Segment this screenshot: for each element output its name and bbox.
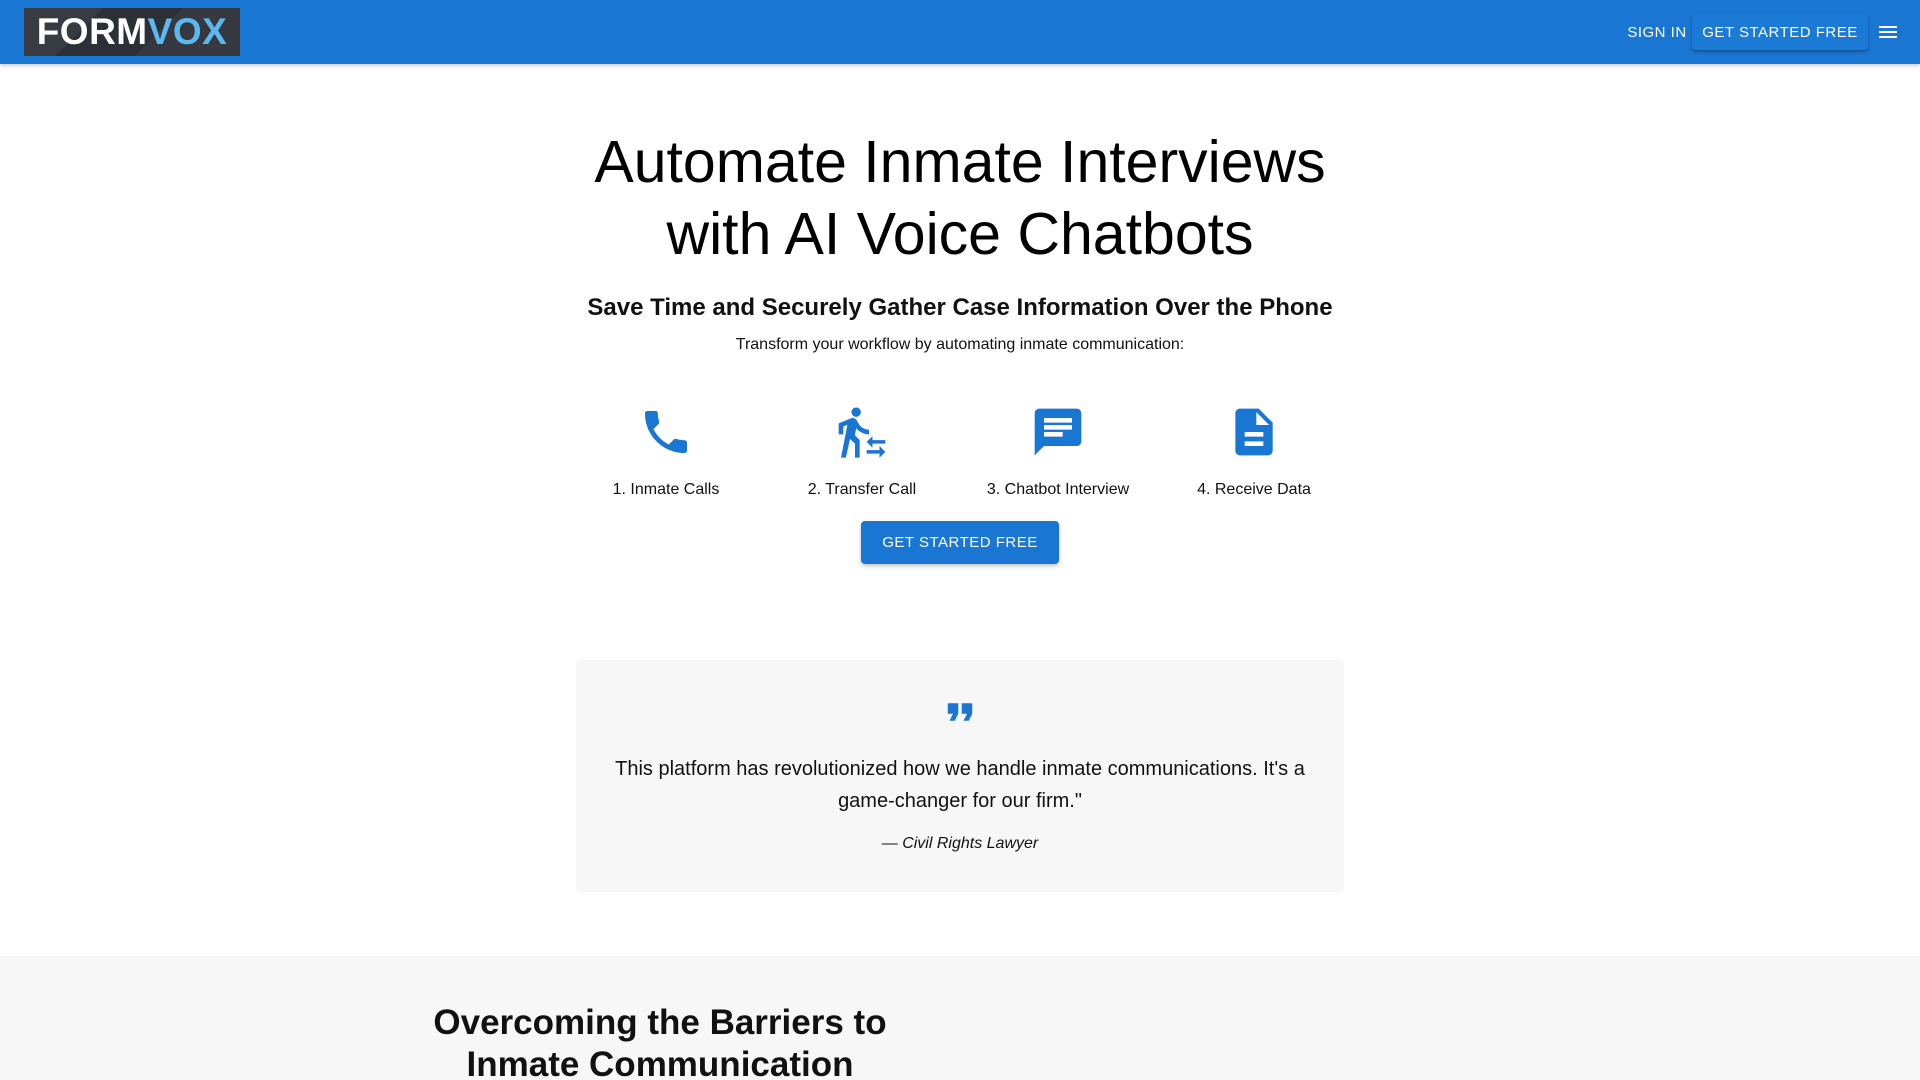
section-title: Overcoming the Barriers to Inmate Commun… xyxy=(433,1003,887,1080)
logo-wordmark: FORMVOX xyxy=(36,11,228,52)
step-chatbot-interview: 3. Chatbot Interview xyxy=(968,404,1148,504)
testimonial-quote: This platform has revolutionized how we … xyxy=(615,758,1305,812)
chat-icon xyxy=(1034,408,1082,456)
step-label: 4. Receive Data xyxy=(1197,481,1311,498)
app-bar: FORMVOX SIGN IN GET STARTED FREE xyxy=(0,0,1920,64)
testimonial-card: This platform has revolutionized how we … xyxy=(576,660,1344,892)
phone-icon xyxy=(645,411,687,453)
hero-intro-text: Transform your workflow by automating in… xyxy=(735,336,1185,353)
document-icon xyxy=(1235,408,1273,456)
step-inmate-calls: 1. Inmate Calls xyxy=(576,404,756,504)
formvox-logo[interactable]: FORMVOX xyxy=(24,8,240,56)
get-started-free-button[interactable]: GET STARTED FREE xyxy=(861,521,1059,564)
step-label: 2. Transfer Call xyxy=(807,481,917,498)
step-label: 3. Chatbot Interview xyxy=(986,481,1130,498)
hero-subtitle: Save Time and Securely Gather Case Infor… xyxy=(587,294,1333,321)
get-started-free-nav-button[interactable]: GET STARTED FREE xyxy=(1692,14,1868,50)
hero-title: Automate Inmate Interviews with AI Voice… xyxy=(594,129,1326,267)
transfer-within-station-icon xyxy=(838,407,886,458)
step-label: 1. Inmate Calls xyxy=(612,481,720,498)
format-quote-icon xyxy=(947,703,973,721)
testimonial-author: — Civil Rights Lawyer xyxy=(881,835,1039,852)
barriers-section: Overcoming the Barriers to Inmate Commun… xyxy=(0,956,1920,1080)
step-receive-data: 4. Receive Data xyxy=(1164,404,1344,504)
step-transfer-call: 2. Transfer Call xyxy=(772,404,952,504)
menu-icon[interactable] xyxy=(1876,20,1900,44)
sign-in-button[interactable]: SIGN IN xyxy=(1618,14,1696,50)
